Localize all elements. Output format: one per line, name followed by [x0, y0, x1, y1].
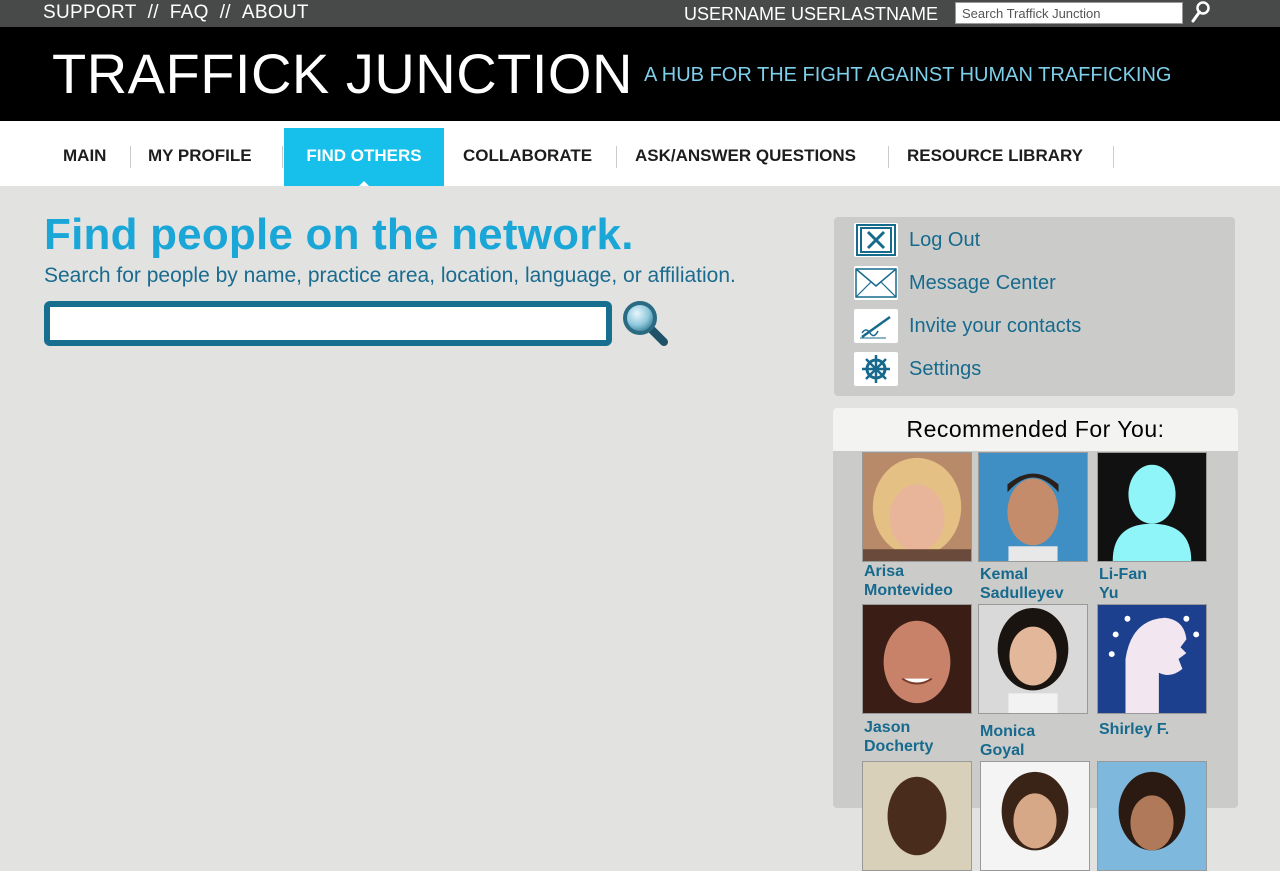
settings-label: Settings	[909, 358, 982, 380]
recommended-panel: Recommended For You: Arisa Montevideo Kem…	[833, 408, 1238, 871]
avatar	[980, 761, 1090, 871]
support-link[interactable]: SUPPORT	[43, 2, 137, 23]
site-search-input[interactable]	[955, 2, 1183, 24]
person-name: Shirley F.	[1099, 721, 1170, 738]
avatar	[862, 761, 972, 871]
account-menu: Log Out Message Center Invite your conta…	[834, 217, 1235, 396]
user-name[interactable]: USERNAME USERLASTNAME	[684, 4, 938, 25]
nav-divider	[282, 146, 283, 168]
nav-divider	[888, 146, 889, 168]
avatar	[862, 604, 972, 714]
nav-collaborate[interactable]: COLLABORATE	[463, 128, 592, 186]
recommended-heading: Recommended For You:	[833, 408, 1238, 451]
site-title[interactable]: TRAFFICK JUNCTION	[52, 41, 633, 106]
envelope-icon	[854, 266, 898, 300]
faq-link[interactable]: FAQ	[170, 2, 209, 23]
person-name: Arisa Montevideo	[864, 563, 953, 599]
main-nav: MAIN MY PROFILE FIND OTHERS COLLABORATE …	[0, 121, 1280, 186]
message-center-label: Message Center	[909, 272, 1056, 294]
site-header: TRAFFICK JUNCTION A HUB FOR THE FIGHT AG…	[0, 27, 1280, 121]
utility-links: SUPPORT // FAQ // ABOUT	[43, 2, 309, 24]
avatar	[978, 452, 1088, 562]
avatar	[1097, 761, 1207, 871]
logout-label: Log Out	[909, 229, 981, 251]
nav-resource-library[interactable]: RESOURCE LIBRARY	[907, 128, 1083, 186]
person-name: Monica Goyal	[980, 723, 1036, 759]
about-link[interactable]: ABOUT	[242, 2, 309, 23]
logout-icon	[854, 223, 898, 257]
page-title: Find people on the network.	[44, 210, 634, 259]
person-name: Li-Fan Yu	[1099, 566, 1147, 602]
people-search-input[interactable]	[44, 301, 612, 346]
ship-wheel-icon	[854, 352, 898, 386]
site-tagline: A HUB FOR THE FIGHT AGAINST HUMAN TRAFFI…	[644, 64, 1172, 86]
nav-find-others[interactable]: FIND OTHERS	[284, 128, 444, 186]
person-name: Kemal Sadulleyev	[980, 566, 1064, 602]
avatar	[1097, 452, 1207, 562]
magnifier-icon[interactable]	[620, 298, 670, 348]
link-separator: //	[219, 2, 231, 23]
invite-contacts-label: Invite your contacts	[909, 315, 1082, 337]
avatar	[862, 452, 972, 562]
avatar	[1097, 604, 1207, 714]
page-subtitle: Search for people by name, practice area…	[44, 264, 736, 287]
nav-divider	[616, 146, 617, 168]
avatar	[978, 604, 1088, 714]
search-icon[interactable]	[1190, 0, 1212, 24]
pen-writing-icon	[854, 309, 898, 343]
person-name: Jason Docherty	[864, 719, 934, 755]
nav-divider	[130, 146, 131, 168]
nav-ask-answer-questions[interactable]: ASK/ANSWER QUESTIONS	[635, 128, 856, 186]
nav-main[interactable]: MAIN	[63, 128, 106, 186]
top-utility-bar: SUPPORT // FAQ // ABOUT USERNAME USERLASTNAM…	[0, 0, 1280, 27]
link-separator: //	[147, 2, 159, 23]
nav-divider	[1113, 146, 1114, 168]
nav-my-profile[interactable]: MY PROFILE	[148, 128, 252, 186]
